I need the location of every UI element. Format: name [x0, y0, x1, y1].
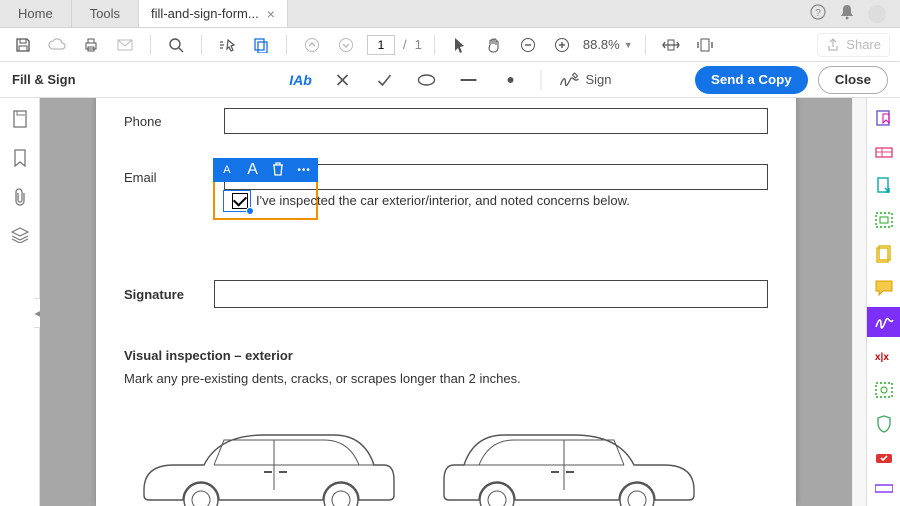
dot-tool-icon[interactable]	[498, 68, 522, 92]
sign-label: Sign	[585, 72, 611, 87]
line-tool-icon[interactable]	[456, 68, 480, 92]
page-down-icon[interactable]	[333, 32, 359, 58]
layers-icon[interactable]	[11, 227, 29, 246]
page-sep: /	[403, 37, 407, 52]
document-canvas[interactable]: Phone Email A A •••	[40, 98, 852, 506]
help-icon[interactable]: ?	[810, 4, 826, 23]
comment-tool-icon[interactable]	[874, 278, 894, 298]
export-pdf-tool-icon[interactable]	[874, 176, 894, 196]
notifications-icon[interactable]	[840, 4, 854, 23]
create-pdf-tool-icon[interactable]	[874, 108, 894, 128]
more-tools-icon[interactable]: x|x	[874, 346, 894, 366]
zoom-value: 88.8%	[583, 37, 620, 52]
combine-tool-icon[interactable]	[874, 142, 894, 162]
phone-label: Phone	[124, 114, 204, 129]
save-icon[interactable]	[10, 32, 36, 58]
zoom-in-icon[interactable]	[549, 32, 575, 58]
tab-document-label: fill-and-sign-form...	[151, 6, 259, 21]
attachment-icon[interactable]	[13, 188, 27, 209]
page-number-input[interactable]	[367, 35, 395, 55]
profile-avatar[interactable]	[868, 5, 886, 23]
email-label: Email	[124, 170, 204, 185]
page-total: 1	[415, 37, 422, 52]
edit-pdf-tool-icon[interactable]	[874, 210, 894, 230]
close-button[interactable]: Close	[818, 66, 888, 94]
search-icon[interactable]	[163, 32, 189, 58]
chevron-down-icon: ▼	[624, 40, 633, 50]
hand-icon[interactable]	[481, 32, 507, 58]
cross-tool-icon[interactable]	[330, 68, 354, 92]
print-icon[interactable]	[78, 32, 104, 58]
delete-annotation-icon[interactable]	[271, 162, 287, 179]
car-side-right-diagram	[434, 410, 714, 506]
redact-tool-icon[interactable]	[874, 478, 894, 498]
increase-size-button[interactable]: A	[245, 161, 261, 179]
decrease-size-button[interactable]: A	[219, 164, 235, 176]
zoom-level[interactable]: 88.8% ▼	[583, 37, 633, 52]
text-tool-icon[interactable]: IAb	[288, 68, 312, 92]
share-label: Share	[846, 37, 881, 52]
signature-icon	[559, 72, 579, 88]
circle-tool-icon[interactable]	[414, 68, 438, 92]
sign-button[interactable]: Sign	[559, 72, 611, 88]
tool-title: Fill & Sign	[12, 72, 76, 87]
check-tool-icon[interactable]	[372, 68, 396, 92]
zoom-out-icon[interactable]	[515, 32, 541, 58]
section-subtitle: Mark any pre-existing dents, cracks, or …	[96, 369, 796, 394]
resize-handle[interactable]	[246, 207, 254, 215]
signature-field[interactable]	[214, 280, 768, 308]
copy-icon[interactable]	[248, 32, 274, 58]
section-title: Visual inspection – exterior	[96, 318, 796, 369]
phone-field[interactable]	[224, 108, 768, 134]
pdf-page: Phone Email A A •••	[96, 98, 796, 506]
vertical-scrollbar[interactable]	[852, 98, 866, 506]
checkmark-icon	[232, 193, 248, 209]
cloud-icon[interactable]	[44, 32, 70, 58]
fit-page-icon[interactable]	[692, 32, 718, 58]
more-options-icon[interactable]: •••	[296, 165, 312, 176]
selection-tool-icon[interactable]	[214, 32, 240, 58]
tab-close-icon[interactable]: ×	[267, 6, 275, 22]
svg-text:?: ?	[815, 8, 821, 19]
send-copy-button[interactable]: Send a Copy	[695, 66, 808, 94]
mail-icon[interactable]	[112, 32, 138, 58]
signature-label: Signature	[124, 287, 204, 302]
stamp-tool-icon[interactable]	[874, 380, 894, 400]
protect-tool-icon[interactable]	[874, 414, 894, 434]
fit-width-icon[interactable]	[658, 32, 684, 58]
svg-text:x|x: x|x	[875, 352, 889, 363]
page-up-icon[interactable]	[299, 32, 325, 58]
checkmark-annotation[interactable]	[223, 190, 251, 212]
share-icon	[826, 38, 840, 52]
tab-home[interactable]: Home	[0, 0, 72, 27]
annotation-popup: A A •••	[213, 158, 318, 182]
car-side-left-diagram	[124, 410, 404, 506]
share-button[interactable]: Share	[817, 33, 890, 57]
fill-sign-tool-icon[interactable]	[867, 307, 900, 337]
tab-document[interactable]: fill-and-sign-form... ×	[139, 0, 288, 27]
optimize-tool-icon[interactable]	[874, 448, 894, 468]
thumbnails-icon[interactable]	[12, 110, 28, 131]
tab-tools[interactable]: Tools	[72, 0, 139, 27]
pointer-icon[interactable]	[447, 32, 473, 58]
bookmark-icon[interactable]	[13, 149, 27, 170]
organize-tool-icon[interactable]	[874, 244, 894, 264]
active-annotation-selection[interactable]: A A •••	[213, 158, 318, 220]
inspection-check-text: I've inspected the car exterior/interior…	[256, 193, 630, 208]
